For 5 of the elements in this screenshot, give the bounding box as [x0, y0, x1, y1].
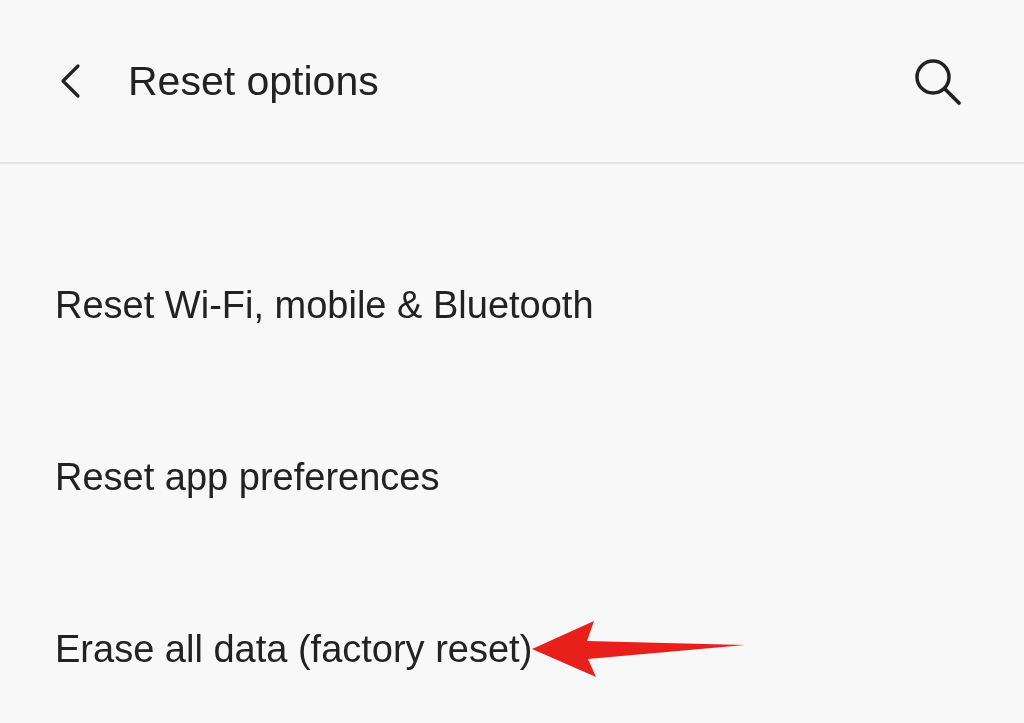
settings-item[interactable]: Erase all data (factory reset)	[55, 627, 533, 671]
settings-item[interactable]: Reset app preferences	[55, 455, 440, 499]
search-icon[interactable]	[912, 56, 962, 106]
page-title: Reset options	[128, 57, 380, 105]
settings-item[interactable]: Reset Wi-Fi, mobile & Bluetooth	[55, 283, 594, 327]
